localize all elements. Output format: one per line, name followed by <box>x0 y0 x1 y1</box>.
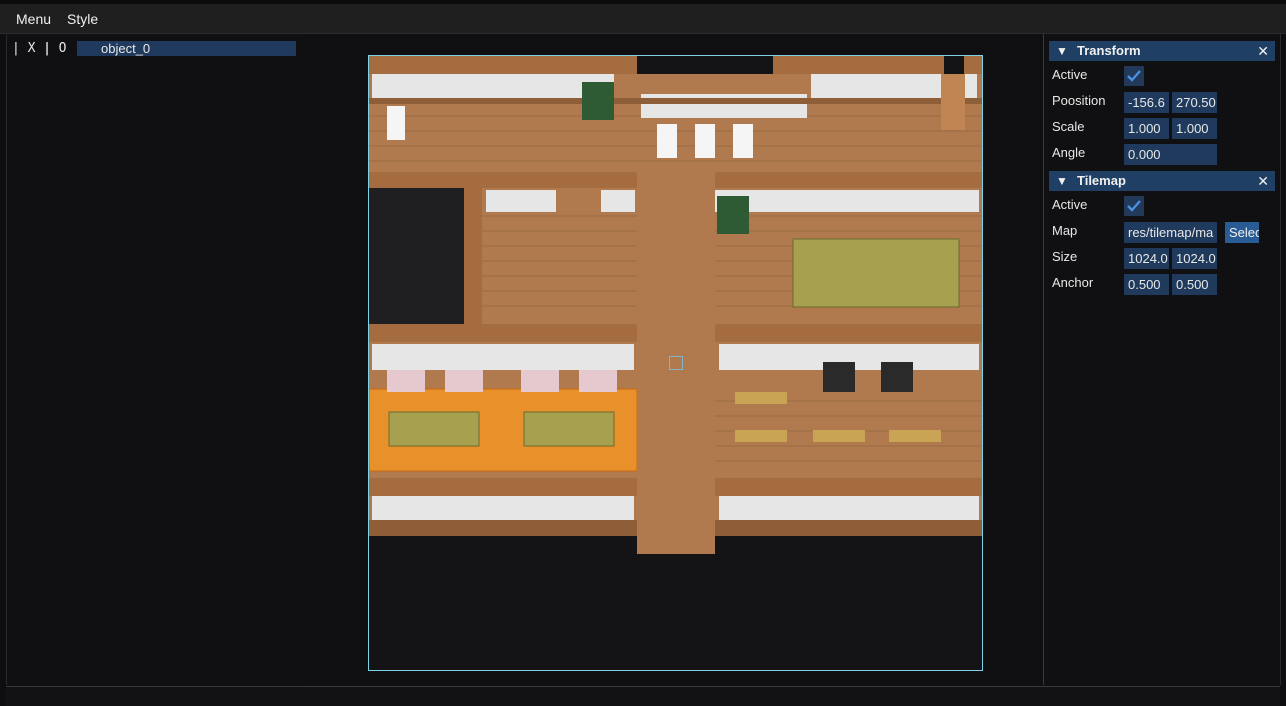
menu-style[interactable]: Style <box>67 11 98 27</box>
menu-menu[interactable]: Menu <box>16 11 51 27</box>
anchor-x-field[interactable]: 0.500 <box>1124 274 1169 295</box>
triangle-down-icon[interactable]: ▼ <box>1056 171 1068 191</box>
inspector-panel: ▼ Transform ✕ Active Poosition -156.6 27… <box>1044 34 1281 685</box>
hierarchy-panel: | X | | O | object_0 <box>6 34 305 685</box>
map-path-field[interactable]: res/tilemap/ma <box>1124 222 1217 243</box>
transform-active-label: Active <box>1052 67 1088 82</box>
scale-y-field[interactable]: 1.000 <box>1172 118 1217 139</box>
size-w-field[interactable]: 1024.0 <box>1124 248 1169 269</box>
angle-label: Angle <box>1052 145 1086 160</box>
tilemap-active-checkbox[interactable] <box>1124 196 1144 216</box>
transform-active-checkbox[interactable] <box>1124 66 1144 86</box>
checkmark-icon <box>1127 200 1141 212</box>
transform-header[interactable]: ▼ Transform ✕ <box>1049 41 1275 61</box>
tilemap-title: Tilemap <box>1077 173 1126 188</box>
checkmark-icon <box>1127 70 1141 82</box>
menu-bar: Menu Style <box>0 0 1286 34</box>
position-label: Poosition <box>1052 93 1106 108</box>
position-x-field[interactable]: -156.6 <box>1124 92 1169 113</box>
title-strip <box>0 0 1286 4</box>
triangle-down-icon[interactable]: ▼ <box>1056 41 1068 61</box>
close-icon[interactable]: ✕ <box>1257 171 1269 191</box>
tilemap-header[interactable]: ▼ Tilemap ✕ <box>1049 171 1275 191</box>
anchor-label: Anchor <box>1052 275 1094 290</box>
viewport-cursor <box>669 356 683 370</box>
position-y-field[interactable]: 270.50 <box>1172 92 1217 113</box>
map-label: Map <box>1052 223 1078 238</box>
size-h-field[interactable]: 1024.0 <box>1172 248 1217 269</box>
angle-field[interactable]: 0.000 <box>1124 144 1217 165</box>
tilemap-active-label: Active <box>1052 197 1088 212</box>
transform-title: Transform <box>1077 43 1141 58</box>
scale-label: Scale <box>1052 119 1085 134</box>
hierarchy-item-object[interactable]: object_0 <box>77 41 296 56</box>
status-bar <box>6 686 1280 706</box>
scale-x-field[interactable]: 1.000 <box>1124 118 1169 139</box>
close-icon[interactable]: ✕ <box>1257 41 1269 61</box>
anchor-y-field[interactable]: 0.500 <box>1172 274 1217 295</box>
select-map-button[interactable]: Selec <box>1225 222 1259 243</box>
scene-panel <box>304 34 1044 685</box>
size-label: Size <box>1052 249 1078 264</box>
tilemap-viewport[interactable] <box>368 55 983 671</box>
